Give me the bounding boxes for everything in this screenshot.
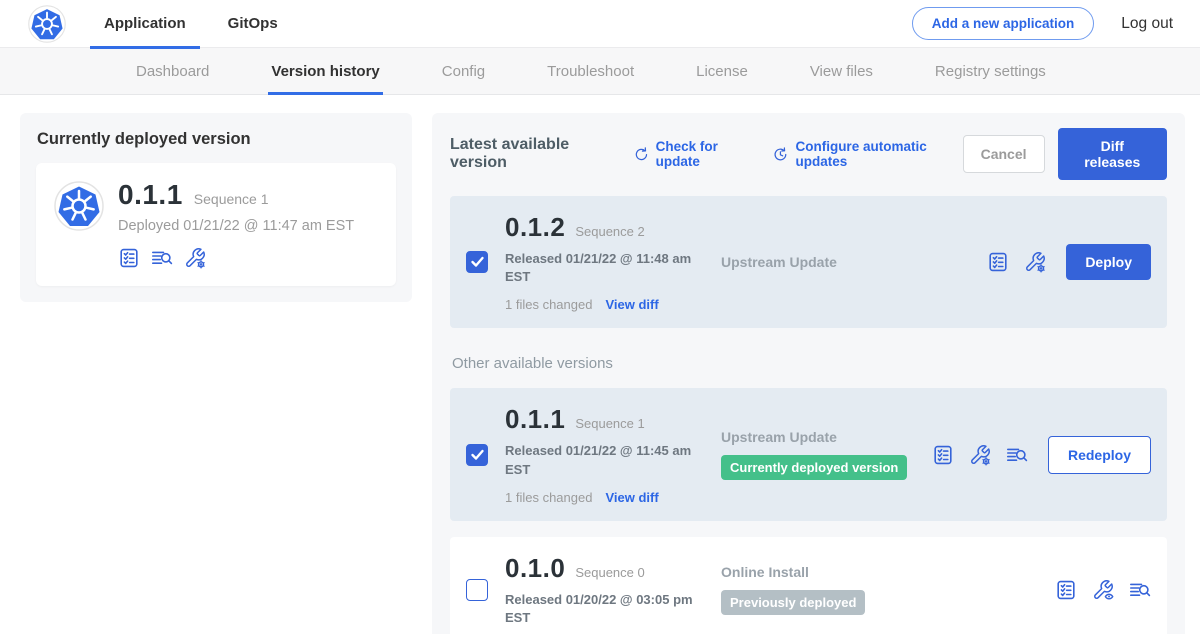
deployed-version-number: 0.1.1 xyxy=(118,179,183,211)
version-row: 0.1.2 Sequence 2 Released 01/21/22 @ 11:… xyxy=(450,196,1167,328)
version-status-badge: Previously deployed xyxy=(721,590,865,615)
deployed-timestamp: Deployed 01/21/22 @ 11:47 am EST xyxy=(118,218,380,234)
subnav-item-view-files[interactable]: View files xyxy=(779,48,904,95)
deploy-logs-icon[interactable] xyxy=(1006,444,1028,466)
version-row-actions xyxy=(1055,579,1151,601)
auto-update-icon xyxy=(772,146,789,163)
configure-automatic-updates-label: Configure automatic updates xyxy=(795,139,962,169)
deployed-version-sequence: Sequence 1 xyxy=(194,191,269,207)
configure-automatic-updates-link[interactable]: Configure automatic updates xyxy=(772,139,962,169)
version-row-actions: Deploy xyxy=(987,244,1151,280)
other-versions-heading: Other available versions xyxy=(452,355,1167,372)
version-checkbox[interactable] xyxy=(466,579,488,601)
view-diff-link[interactable]: View diff xyxy=(605,297,658,312)
preflight-checks-icon[interactable] xyxy=(118,247,140,269)
check-for-update-label: Check for update xyxy=(656,139,754,169)
subnav-item-dashboard[interactable]: Dashboard xyxy=(105,48,240,95)
version-history-panel: Latest available version Check for updat… xyxy=(432,113,1185,634)
version-number: 0.1.2 xyxy=(505,212,565,243)
subnav-item-registry-settings[interactable]: Registry settings xyxy=(904,48,1077,95)
version-released-timestamp: Released 01/20/22 @ 03:05 pm EST xyxy=(505,591,693,627)
subnav-item-version-history[interactable]: Version history xyxy=(240,48,410,95)
top-tab-gitops[interactable]: GitOps xyxy=(228,0,278,48)
version-action-button[interactable]: Redeploy xyxy=(1048,436,1151,474)
cancel-button[interactable]: Cancel xyxy=(963,135,1045,173)
subnav-item-troubleshoot[interactable]: Troubleshoot xyxy=(516,48,665,95)
version-released-timestamp: Released 01/21/22 @ 11:48 am EST xyxy=(505,250,693,286)
check-for-update-link[interactable]: Check for update xyxy=(633,139,754,169)
logout-link[interactable]: Log out xyxy=(1121,15,1173,33)
version-checkbox[interactable] xyxy=(466,444,488,466)
version-status-badge: Currently deployed version xyxy=(721,455,907,480)
diff-releases-button[interactable]: Diff releases xyxy=(1058,128,1167,180)
version-source-label: Upstream Update xyxy=(721,254,977,270)
refresh-icon xyxy=(633,146,650,163)
preflight-checks-icon[interactable] xyxy=(932,444,954,466)
files-changed-label: 1 files changed xyxy=(505,297,592,312)
files-changed-label: 1 files changed xyxy=(505,490,592,505)
edit-config-icon[interactable] xyxy=(969,444,991,466)
latest-version-header: Latest available version Check for updat… xyxy=(450,128,1167,180)
version-sequence: Sequence 1 xyxy=(575,416,644,431)
top-nav: ApplicationGitOps Add a new application … xyxy=(0,0,1200,48)
version-row: 0.1.1 Sequence 1 Released 01/21/22 @ 11:… xyxy=(450,388,1167,520)
latest-version-slot: 0.1.2 Sequence 2 Released 01/21/22 @ 11:… xyxy=(450,196,1167,328)
deployed-version-actions xyxy=(118,247,380,269)
currently-deployed-panel: Currently deployed version 0.1.1 Sequenc… xyxy=(20,113,412,302)
version-action-button[interactable]: Deploy xyxy=(1066,244,1151,280)
version-source-label: Online Install xyxy=(721,564,1045,580)
view-diff-link[interactable]: View diff xyxy=(605,490,658,505)
version-sequence: Sequence 2 xyxy=(575,224,644,239)
version-row-actions: Redeploy xyxy=(932,436,1151,474)
currently-deployed-title: Currently deployed version xyxy=(37,130,396,149)
version-row: 0.1.0 Sequence 0 Released 01/20/22 @ 03:… xyxy=(450,537,1167,634)
version-sequence: Sequence 0 xyxy=(575,565,644,580)
app-sub-nav: DashboardVersion historyConfigTroublesho… xyxy=(0,48,1200,95)
version-files-line: 1 files changed View diff xyxy=(505,297,721,312)
main-content: Currently deployed version 0.1.1 Sequenc… xyxy=(0,95,1200,634)
deployed-version-card: 0.1.1 Sequence 1 Deployed 01/21/22 @ 11:… xyxy=(36,163,396,286)
add-application-button[interactable]: Add a new application xyxy=(912,7,1095,40)
version-number: 0.1.1 xyxy=(505,404,565,435)
app-kubernetes-icon xyxy=(54,181,104,231)
deploy-logs-icon[interactable] xyxy=(151,247,173,269)
top-tab-application[interactable]: Application xyxy=(104,0,186,48)
latest-version-title: Latest available version xyxy=(450,136,614,172)
version-checkbox[interactable] xyxy=(466,251,488,273)
kubernetes-logo-icon xyxy=(28,5,66,43)
version-files-line: 1 files changed View diff xyxy=(505,490,721,505)
preflight-checks-icon[interactable] xyxy=(1055,579,1077,601)
preflight-checks-icon[interactable] xyxy=(987,251,1009,273)
view-config-icon[interactable] xyxy=(1092,579,1114,601)
edit-config-icon[interactable] xyxy=(184,247,206,269)
deploy-logs-icon[interactable] xyxy=(1129,579,1151,601)
version-released-timestamp: Released 01/21/22 @ 11:45 am EST xyxy=(505,442,693,478)
top-tabs: Application GitOps xyxy=(104,0,320,48)
other-versions-list: 0.1.1 Sequence 1 Released 01/21/22 @ 11:… xyxy=(450,388,1167,634)
edit-config-icon[interactable] xyxy=(1024,251,1046,273)
subnav-item-config[interactable]: Config xyxy=(411,48,516,95)
version-number: 0.1.0 xyxy=(505,553,565,584)
subnav-item-license[interactable]: License xyxy=(665,48,779,95)
version-source-label: Upstream Update xyxy=(721,429,922,445)
